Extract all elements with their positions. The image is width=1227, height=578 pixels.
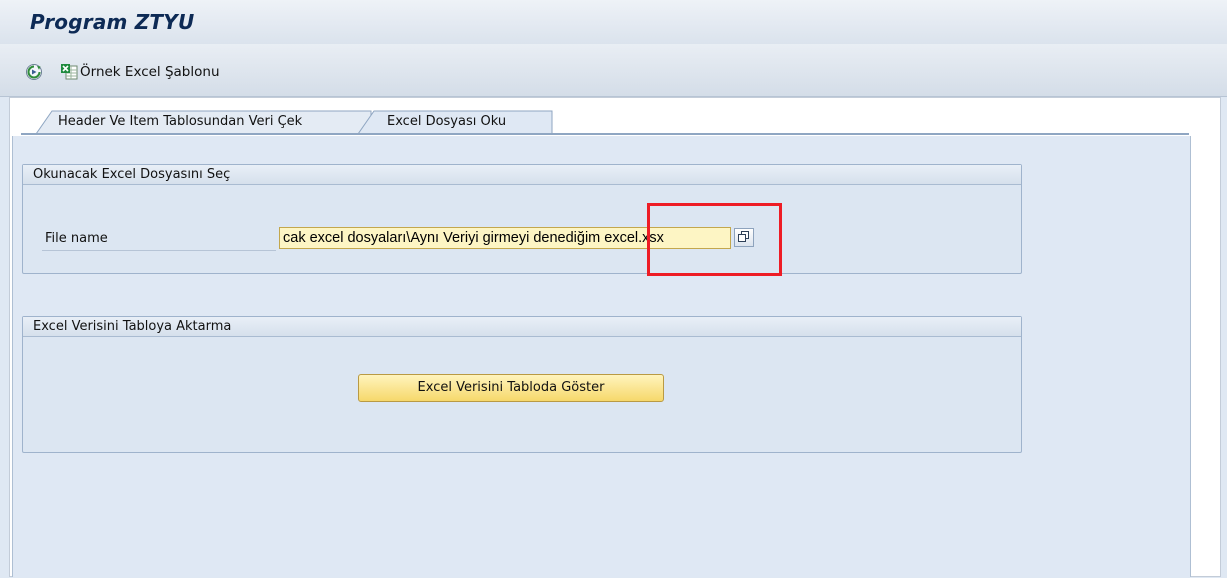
page-title: Program ZTYU: [30, 10, 195, 34]
file-label-underline: [42, 250, 276, 251]
tab-excel-read[interactable]: Excel Dosyası Oku: [358, 110, 554, 134]
group-file-select: Okunacak Excel Dosyasını Seç: [22, 164, 1022, 274]
excel-template-button[interactable]: Örnek Excel Şablonu: [60, 62, 220, 82]
highlight-annotation: [647, 203, 782, 276]
title-bar: Program ZTYU: [0, 0, 1227, 44]
tab-header-item[interactable]: Header Ve Item Tablosundan Veri Çek: [36, 110, 372, 134]
group-file-select-title: Okunacak Excel Dosyasını Seç: [23, 165, 1021, 185]
application-toolbar: Örnek Excel Şablonu: [0, 44, 1227, 97]
tab-header-item-label: Header Ve Item Tablosundan Veri Çek: [58, 114, 303, 129]
show-excel-data-button[interactable]: Excel Verisini Tabloda Göster: [358, 374, 664, 402]
tab-excel-read-label: Excel Dosyası Oku: [387, 114, 507, 129]
excel-template-label: Örnek Excel Şablonu: [80, 64, 220, 80]
excel-template-icon: [61, 64, 78, 80]
tabstrip-divider: [21, 133, 1189, 135]
group-excel-transfer-title: Excel Verisini Tabloya Aktarma: [23, 317, 1021, 337]
execute-icon[interactable]: [25, 63, 43, 81]
file-name-label: File name: [45, 231, 108, 246]
